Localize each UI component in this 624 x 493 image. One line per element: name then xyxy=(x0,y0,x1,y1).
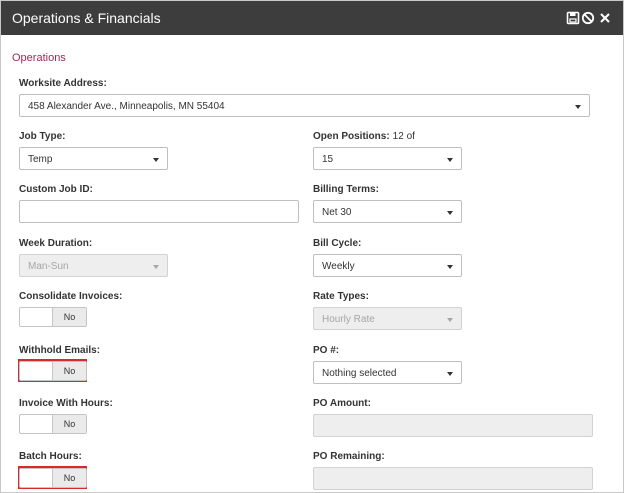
po-remaining-label: PO Remaining: xyxy=(313,451,385,462)
chevron-down-icon xyxy=(447,265,453,269)
job-type-value: Temp xyxy=(28,154,53,165)
open-positions-select[interactable]: 15 xyxy=(313,147,462,170)
dialog-title: Operations & Financials xyxy=(12,10,161,26)
withhold-emails-toggle-state: No xyxy=(52,362,86,380)
billing-terms-value: Net 30 xyxy=(322,207,352,218)
custom-job-id-label: Custom Job ID: xyxy=(19,184,93,195)
open-positions-filled-count: 12 of xyxy=(392,131,415,142)
dialog-titlebar: Operations & Financials xyxy=(1,1,623,35)
open-positions-label-text: Open Positions: xyxy=(313,131,390,142)
batch-hours-toggle[interactable]: No xyxy=(19,468,87,488)
open-positions-label: Open Positions: 12 of xyxy=(313,131,415,142)
chevron-down-icon xyxy=(447,318,453,322)
chevron-down-icon xyxy=(447,372,453,376)
withhold-emails-toggle[interactable]: No xyxy=(19,361,87,381)
invoice-with-hours-toggle-state: No xyxy=(52,415,86,433)
billing-terms-label: Billing Terms: xyxy=(313,184,379,195)
operations-financials-dialog: Operations & Financials Operations Works… xyxy=(0,0,624,493)
po-remaining-field xyxy=(313,467,593,490)
billing-terms-select[interactable]: Net 30 xyxy=(313,200,462,223)
withhold-emails-label: Withhold Emails: xyxy=(19,345,101,356)
chevron-down-icon xyxy=(447,158,453,162)
week-duration-value: Man-Sun xyxy=(28,261,69,272)
po-amount-label: PO Amount: xyxy=(313,398,371,409)
invoice-with-hours-label: Invoice With Hours: xyxy=(19,398,113,409)
ban-icon[interactable] xyxy=(581,11,595,25)
chevron-down-icon xyxy=(153,265,159,269)
rate-types-label: Rate Types: xyxy=(313,291,369,302)
po-amount-input xyxy=(314,415,592,436)
worksite-address-label: Worksite Address: xyxy=(19,78,107,89)
po-remaining-input xyxy=(314,468,592,489)
custom-job-id-field[interactable] xyxy=(19,200,299,223)
po-amount-field xyxy=(313,414,593,437)
week-duration-label: Week Duration: xyxy=(19,238,93,249)
bill-cycle-value: Weekly xyxy=(322,261,355,272)
po-number-value: Nothing selected xyxy=(322,368,397,379)
consolidate-invoices-toggle[interactable]: No xyxy=(19,307,87,327)
save-icon[interactable] xyxy=(566,11,580,25)
batch-hours-toggle-state: No xyxy=(52,469,86,487)
chevron-down-icon xyxy=(575,105,581,109)
chevron-down-icon xyxy=(447,211,453,215)
rate-types-value: Hourly Rate xyxy=(322,314,375,325)
job-type-label: Job Type: xyxy=(19,131,66,142)
open-positions-value: 15 xyxy=(322,154,334,165)
po-number-select[interactable]: Nothing selected xyxy=(313,361,462,384)
bill-cycle-label: Bill Cycle: xyxy=(313,238,362,249)
chevron-down-icon xyxy=(153,158,159,162)
job-type-select[interactable]: Temp xyxy=(19,147,168,170)
batch-hours-label: Batch Hours: xyxy=(19,451,82,462)
bill-cycle-select[interactable]: Weekly xyxy=(313,254,462,277)
invoice-with-hours-toggle[interactable]: No xyxy=(19,414,87,434)
po-number-label: PO #: xyxy=(313,345,340,356)
worksite-address-value: 458 Alexander Ave., Minneapolis, MN 5540… xyxy=(28,101,225,112)
section-title-operations: Operations xyxy=(12,52,66,64)
consolidate-invoices-label: Consolidate Invoices: xyxy=(19,291,123,302)
worksite-address-select[interactable]: 458 Alexander Ave., Minneapolis, MN 5540… xyxy=(19,94,590,117)
custom-job-id-input[interactable] xyxy=(20,201,298,222)
week-duration-select: Man-Sun xyxy=(19,254,168,277)
close-icon[interactable] xyxy=(598,11,612,25)
rate-types-select: Hourly Rate xyxy=(313,307,462,330)
consolidate-invoices-toggle-state: No xyxy=(52,308,86,326)
